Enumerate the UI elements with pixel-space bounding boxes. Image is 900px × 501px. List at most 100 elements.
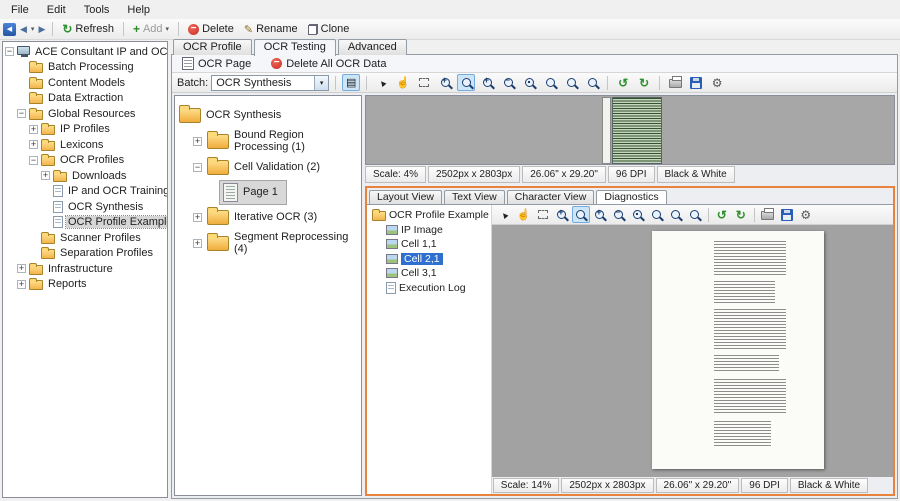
collapse-icon[interactable]: − bbox=[17, 109, 26, 119]
diag-rotate-right-icon[interactable]: ↻ bbox=[732, 206, 750, 223]
refresh-button[interactable]: ↻ Refresh bbox=[58, 22, 118, 36]
collapse-icon[interactable]: − bbox=[29, 155, 38, 165]
page-overview-viewer[interactable] bbox=[365, 95, 895, 165]
tab-advanced[interactable]: Advanced bbox=[337, 39, 407, 55]
tab-diagnostics[interactable]: Diagnostics bbox=[596, 190, 667, 205]
collapse-icon[interactable]: − bbox=[5, 47, 14, 57]
expand-icon[interactable]: + bbox=[17, 264, 26, 274]
diag-pointer-tool-icon[interactable]: ▲ bbox=[496, 206, 514, 223]
diag-item-cell-2-1[interactable]: Cell 2,1 bbox=[369, 252, 489, 267]
top-magnifier-tool-icon[interactable] bbox=[457, 74, 476, 91]
top-zoom-fit-icon[interactable] bbox=[541, 74, 559, 91]
menu-tools[interactable]: Tools bbox=[75, 2, 119, 18]
expand-icon[interactable]: + bbox=[29, 124, 38, 134]
tab-layout-view[interactable]: Layout View bbox=[369, 190, 443, 204]
batch-item-page-1[interactable]: Page 1 bbox=[179, 179, 357, 205]
diag-zoom-fit-icon[interactable] bbox=[648, 206, 666, 223]
tree-item-ip-profiles[interactable]: + IP Profiles bbox=[3, 122, 167, 138]
forward-button[interactable]: ▶ bbox=[36, 23, 47, 36]
back-button[interactable]: ◀ bbox=[18, 23, 29, 36]
top-rotate-left-icon[interactable]: ↺ bbox=[614, 74, 632, 91]
tree-item-infrastructure[interactable]: + Infrastructure bbox=[3, 261, 167, 277]
tree-item-downloads[interactable]: + Downloads bbox=[3, 168, 167, 184]
tree-item-ocr-synthesis[interactable]: OCR Synthesis bbox=[3, 199, 167, 215]
top-rotate-right-icon[interactable]: ↻ bbox=[635, 74, 653, 91]
menu-edit[interactable]: Edit bbox=[38, 2, 75, 18]
diag-zoom-in-icon[interactable] bbox=[591, 206, 609, 223]
diag-pan-tool-icon[interactable]: ☝ bbox=[515, 206, 533, 223]
expand-icon[interactable]: + bbox=[193, 238, 202, 248]
tree-item-scanner-profiles[interactable]: Scanner Profiles bbox=[3, 230, 167, 246]
tree-item-global-resources[interactable]: − Global Resources bbox=[3, 106, 167, 122]
tree-item-data-extraction[interactable]: Data Extraction bbox=[3, 91, 167, 107]
tree-item-ocr-profiles[interactable]: − OCR Profiles bbox=[3, 153, 167, 169]
tab-ocr-profile[interactable]: OCR Profile bbox=[173, 39, 252, 55]
batch-item-segment-reprocessing[interactable]: + Segment Reprocessing (4) bbox=[179, 230, 357, 256]
preview-toggle-button[interactable]: ▤ bbox=[342, 74, 361, 91]
diag-item-ip-image[interactable]: IP Image bbox=[369, 223, 489, 238]
diag-zoom-region-icon[interactable] bbox=[553, 206, 571, 223]
top-zoom-in-icon[interactable] bbox=[478, 74, 496, 91]
batch-item-bound-region[interactable]: + Bound Region Processing (1) bbox=[179, 128, 357, 154]
back-dropdown-icon[interactable]: ▾ bbox=[31, 25, 35, 33]
top-save-icon[interactable] bbox=[687, 74, 705, 91]
top-pointer-tool-icon[interactable]: ▲ bbox=[373, 74, 391, 91]
top-select-region-icon[interactable] bbox=[415, 74, 433, 91]
tree-item-ocr-profile-example[interactable]: OCR Profile Example bbox=[3, 215, 167, 231]
expand-icon[interactable]: + bbox=[29, 140, 38, 150]
batch-item-cell-validation[interactable]: − Cell Validation (2) bbox=[179, 154, 357, 180]
top-settings-icon[interactable]: ⚙ bbox=[708, 74, 726, 91]
document-page[interactable] bbox=[651, 231, 824, 469]
delete-button[interactable]: − Delete bbox=[184, 22, 238, 36]
diag-item-cell-1-1[interactable]: Cell 1,1 bbox=[369, 237, 489, 252]
page-thumbnail[interactable] bbox=[602, 97, 662, 164]
expand-icon[interactable]: + bbox=[193, 212, 202, 222]
tree-item-ip-and-ocr-training[interactable]: IP and OCR Training bbox=[3, 184, 167, 200]
expand-icon[interactable]: + bbox=[41, 171, 50, 181]
rename-button[interactable]: ✎ Rename bbox=[240, 22, 302, 37]
top-zoom-fit-height-icon[interactable] bbox=[583, 74, 601, 91]
diag-zoom-out-icon[interactable] bbox=[610, 206, 628, 223]
diagnostics-document-viewer[interactable] bbox=[491, 225, 893, 477]
tree-item-separation-profiles[interactable]: Separation Profiles bbox=[3, 246, 167, 262]
batch-item-iterative-ocr[interactable]: + Iterative OCR (3) bbox=[179, 204, 357, 230]
tree-item-content-models[interactable]: Content Models bbox=[3, 75, 167, 91]
menu-file[interactable]: File bbox=[2, 2, 38, 18]
top-pan-tool-icon[interactable]: ☝ bbox=[394, 74, 412, 91]
diag-select-region-icon[interactable] bbox=[534, 206, 552, 223]
page-selection[interactable]: Page 1 bbox=[219, 179, 287, 205]
nav-panel-icon[interactable]: ◀ bbox=[3, 22, 16, 36]
batch-root[interactable]: OCR Synthesis bbox=[179, 102, 357, 128]
tab-character-view[interactable]: Character View bbox=[506, 190, 595, 204]
add-button[interactable]: + Add ▾ bbox=[129, 22, 173, 36]
tab-ocr-testing[interactable]: OCR Testing bbox=[253, 39, 336, 56]
diag-zoom-fit-height-icon[interactable] bbox=[686, 206, 704, 223]
diag-save-icon[interactable] bbox=[778, 206, 796, 223]
diag-rotate-left-icon[interactable]: ↺ bbox=[713, 206, 731, 223]
diag-item-cell-3-1[interactable]: Cell 3,1 bbox=[369, 266, 489, 281]
diag-zoom-actual-icon[interactable] bbox=[629, 206, 647, 223]
tree-item-lexicons[interactable]: + Lexicons bbox=[3, 137, 167, 153]
top-zoom-region-icon[interactable] bbox=[436, 74, 454, 91]
diag-print-icon[interactable] bbox=[759, 206, 777, 223]
diag-item-execution-log[interactable]: Execution Log bbox=[369, 281, 489, 296]
tree-item-reports[interactable]: + Reports bbox=[3, 277, 167, 293]
diag-magnifier-tool-icon[interactable] bbox=[571, 206, 590, 223]
diag-settings-icon[interactable]: ⚙ bbox=[797, 206, 815, 223]
ocr-page-button[interactable]: OCR Page bbox=[178, 57, 255, 70]
expand-icon[interactable]: + bbox=[17, 279, 26, 289]
clone-button[interactable]: Clone bbox=[304, 22, 354, 36]
delete-all-ocr-data-button[interactable]: − Delete All OCR Data bbox=[267, 58, 390, 70]
top-zoom-actual-icon[interactable] bbox=[520, 74, 538, 91]
combobox-dropdown-icon[interactable]: ▾ bbox=[314, 75, 329, 90]
top-print-icon[interactable] bbox=[666, 74, 684, 91]
tab-text-view[interactable]: Text View bbox=[444, 190, 505, 204]
expand-icon[interactable]: + bbox=[193, 136, 202, 146]
tree-item-root[interactable]: − ACE Consultant IP and OCR bbox=[3, 44, 167, 60]
top-zoom-fit-width-icon[interactable] bbox=[562, 74, 580, 91]
tree-item-batch-processing[interactable]: Batch Processing bbox=[3, 60, 167, 76]
diag-zoom-fit-width-icon[interactable] bbox=[667, 206, 685, 223]
diag-root-ocr-profile-example[interactable]: OCR Profile Example bbox=[369, 208, 489, 223]
collapse-icon[interactable]: − bbox=[193, 162, 202, 172]
menu-help[interactable]: Help bbox=[118, 2, 159, 18]
